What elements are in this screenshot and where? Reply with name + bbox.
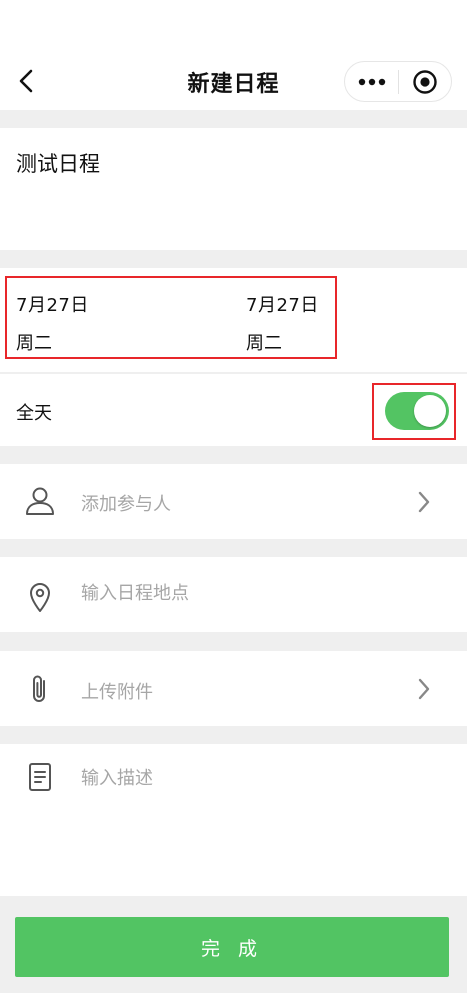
end-weekday: 周二 [246,333,282,354]
end-date-picker[interactable]: 7月27日 周二 [246,291,319,355]
document-icon [24,761,56,793]
capsule-menu [344,61,452,102]
start-date-picker[interactable]: 7月27日 周二 [16,291,89,355]
participants-placeholder: 添加参与人 [81,494,171,515]
toggle-knob [414,395,446,427]
location-row[interactable]: 输入日程地点 [0,557,467,632]
person-icon [24,485,56,517]
chevron-right-icon [414,676,434,702]
close-miniprogram-button[interactable] [399,62,451,101]
description-placeholder: 输入描述 [81,768,153,789]
chevron-right-icon [414,489,434,515]
start-date: 7月27日 [16,295,89,316]
location-placeholder: 输入日程地点 [81,583,189,604]
target-close-icon [413,69,437,94]
paperclip-icon [24,673,56,705]
all-day-label: 全天 [16,403,52,424]
description-field[interactable]: 输入描述 [0,744,467,896]
event-title-value: 测试日程 [16,152,100,176]
upload-attachment-row[interactable]: 上传附件 [0,651,467,726]
start-weekday: 周二 [16,333,52,354]
more-dots-icon [358,78,385,85]
more-button[interactable] [345,62,398,101]
event-title-field[interactable]: 测试日程 [0,128,467,250]
date-range-section: 7月27日 周二 7月27日 周二 [0,268,467,372]
end-date: 7月27日 [246,295,319,316]
add-participants-row[interactable]: 添加参与人 [0,464,467,539]
navigation-bar: 新建日程 [0,0,467,110]
location-pin-icon [24,581,56,613]
done-button[interactable]: 完 成 [15,917,449,977]
all-day-toggle[interactable] [385,392,449,430]
attachment-placeholder: 上传附件 [81,682,153,703]
